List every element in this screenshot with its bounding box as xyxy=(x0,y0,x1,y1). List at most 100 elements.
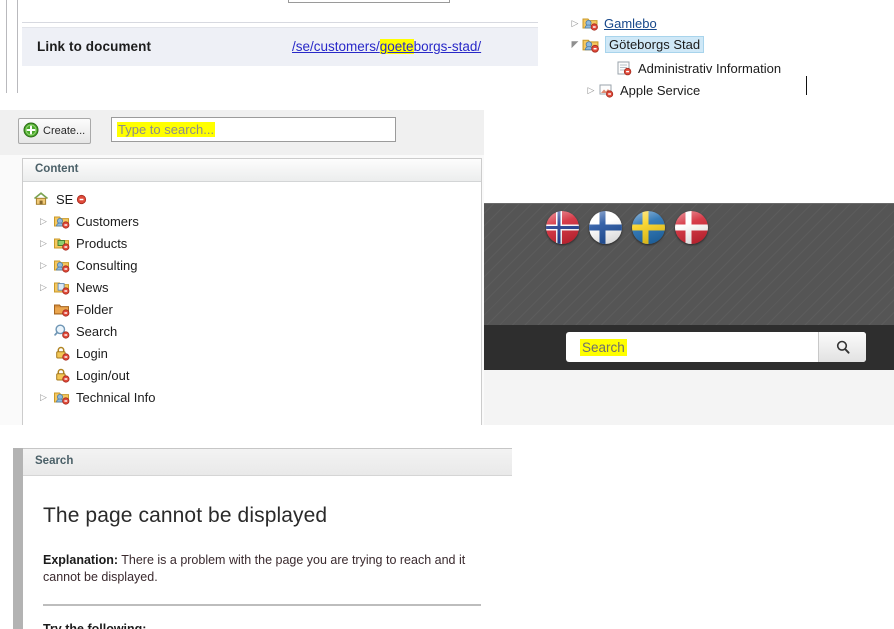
flag-gloss xyxy=(632,211,665,244)
tree-item-se[interactable]: ▷ SE xyxy=(23,188,481,210)
error-page-tab-title: Search xyxy=(35,455,74,467)
page-icon xyxy=(616,60,632,76)
chevron-right-icon[interactable]: ▷ xyxy=(584,85,598,96)
tree-item-search[interactable]: ▷ Search xyxy=(23,320,481,342)
error-try-following-heading: Try the following: xyxy=(43,621,147,629)
tree-item-label: Products xyxy=(76,235,128,251)
tree-item-products[interactable]: ▷ Products xyxy=(23,232,481,254)
home-icon xyxy=(33,191,50,207)
site-search-placeholder: Search xyxy=(580,338,627,356)
tree-item-label: Technical Info xyxy=(76,389,156,405)
panel-left-border-inner xyxy=(17,0,18,93)
tree-item-news[interactable]: ▷ News xyxy=(23,276,481,298)
site-search-bar: Search xyxy=(484,325,894,370)
flag-gloss xyxy=(589,211,622,244)
chevron-right-icon[interactable]: ▷ xyxy=(40,238,53,249)
tree-item-customers[interactable]: ▷ Customers xyxy=(23,210,481,232)
page-folder-icon xyxy=(53,279,70,295)
tree-item-label: Login/out xyxy=(76,367,130,383)
flag-gloss xyxy=(546,211,579,244)
magnifier-icon xyxy=(836,340,850,354)
field-stub-above xyxy=(288,0,450,3)
tree-item-technical-info[interactable]: ▷ Technical Info xyxy=(23,386,481,408)
tree-item-goteborgs-stad[interactable]: ◤ Göteborgs Stad xyxy=(568,33,705,55)
divider-line xyxy=(22,22,538,23)
denmark-flag-icon[interactable] xyxy=(675,211,708,244)
tree-item-label: SE xyxy=(56,191,74,207)
url-suffix: borgs-stad/ xyxy=(413,39,482,54)
user-badge-icon xyxy=(75,193,88,206)
lock-icon xyxy=(53,367,70,383)
magnifier-icon xyxy=(53,323,70,339)
site-search-input[interactable]: Search xyxy=(566,332,866,362)
url-highlighted-part: goete xyxy=(379,39,414,54)
content-panel: Content ▷ SE xyxy=(22,158,482,425)
error-divider xyxy=(43,603,481,606)
content-panel-header: Content xyxy=(23,159,481,182)
error-explanation-label: Explanation: xyxy=(43,553,119,567)
tree-item-folder[interactable]: ▷ Folder xyxy=(23,298,481,320)
flag-gloss xyxy=(675,211,708,244)
plus-circle-icon xyxy=(23,122,39,141)
tree-item-login-out[interactable]: ▷ Login/out xyxy=(23,364,481,386)
content-browser-panel: Create... Type to search... Content ▷ xyxy=(0,110,484,425)
user-folder-icon xyxy=(582,15,598,31)
document-property-panel: Link to document /se/customers/goeteborg… xyxy=(0,0,560,103)
tree-search-placeholder: Type to search... xyxy=(117,122,216,137)
error-page-panel: Search The page cannot be displayed Expl… xyxy=(13,448,512,629)
lock-icon xyxy=(53,345,70,361)
chevron-right-icon[interactable]: ▷ xyxy=(40,260,53,271)
sweden-flag-icon[interactable] xyxy=(632,211,665,244)
finland-flag-icon[interactable] xyxy=(589,211,622,244)
tree-item-label: Administrativ Information xyxy=(638,60,782,76)
tree-item-label: News xyxy=(76,279,109,295)
create-button-label: Create... xyxy=(43,125,86,137)
language-flag-list xyxy=(546,211,708,244)
tree-item-apple-service[interactable]: ▷ Apple Service xyxy=(584,79,700,100)
tree-item-label: Göteborgs Stad xyxy=(605,35,705,53)
tree-search-input[interactable]: Type to search... xyxy=(111,117,396,142)
tree-item-label: Consulting xyxy=(76,257,138,273)
tree-item-label: Apple Service xyxy=(620,82,701,98)
tree-item-label: Folder xyxy=(76,301,113,317)
tree-item-gamlebo[interactable]: ▷ Gamlebo xyxy=(568,12,657,34)
tree-item-label: Search xyxy=(76,323,118,339)
tree-item-consulting[interactable]: ▷ Consulting xyxy=(23,254,481,276)
tree-item-label: Login xyxy=(76,345,108,361)
panel-left-border-outer xyxy=(6,0,7,93)
website-header-preview: Search xyxy=(484,203,894,425)
tree-item-administrativ-information[interactable]: Administrativ Information xyxy=(602,57,781,79)
site-search-button[interactable] xyxy=(818,332,866,362)
content-tree: ▷ SE ▷ xyxy=(23,182,481,408)
chevron-right-icon[interactable]: ▷ xyxy=(40,216,53,227)
folder-icon xyxy=(53,301,70,317)
panel-gutter xyxy=(13,448,23,629)
content-browser-toolbar: Create... Type to search... xyxy=(0,110,484,155)
user-folder-icon xyxy=(582,36,599,53)
error-page-inner: Search The page cannot be displayed Expl… xyxy=(23,448,512,629)
chevron-right-icon[interactable]: ▷ xyxy=(40,392,53,403)
site-content-area xyxy=(484,370,894,425)
link-to-document-row: Link to document /se/customers/goeteborg… xyxy=(22,27,538,66)
norway-flag-icon[interactable] xyxy=(546,211,579,244)
tree-item-label: Gamlebo xyxy=(604,15,657,31)
error-page-tab-header: Search xyxy=(23,449,512,476)
tree-item-label: Customers xyxy=(76,213,139,229)
link-to-document-label: Link to document xyxy=(37,39,152,54)
chevron-right-icon[interactable]: ▷ xyxy=(568,18,582,29)
error-explanation: Explanation: There is a problem with the… xyxy=(43,552,483,586)
chevron-down-icon[interactable]: ◤ xyxy=(568,39,582,50)
create-button[interactable]: Create... xyxy=(18,118,91,144)
customer-tree-fragment: ▷ Gamlebo ◤ Göteborgs Stad Administrativ… xyxy=(560,0,894,100)
image-icon xyxy=(598,82,614,98)
user-folder-icon xyxy=(53,257,70,273)
document-url-link[interactable]: /se/customers/goeteborgs-stad/ xyxy=(292,39,481,54)
screen-folder-icon xyxy=(53,235,70,251)
url-prefix: /se/customers/ xyxy=(292,39,380,54)
tree-item-login[interactable]: ▷ Login xyxy=(23,342,481,364)
site-hero-banner xyxy=(484,203,894,326)
text-cursor xyxy=(806,76,807,95)
content-panel-title: Content xyxy=(35,163,79,175)
error-heading: The page cannot be displayed xyxy=(43,504,328,527)
chevron-right-icon[interactable]: ▷ xyxy=(40,282,53,293)
